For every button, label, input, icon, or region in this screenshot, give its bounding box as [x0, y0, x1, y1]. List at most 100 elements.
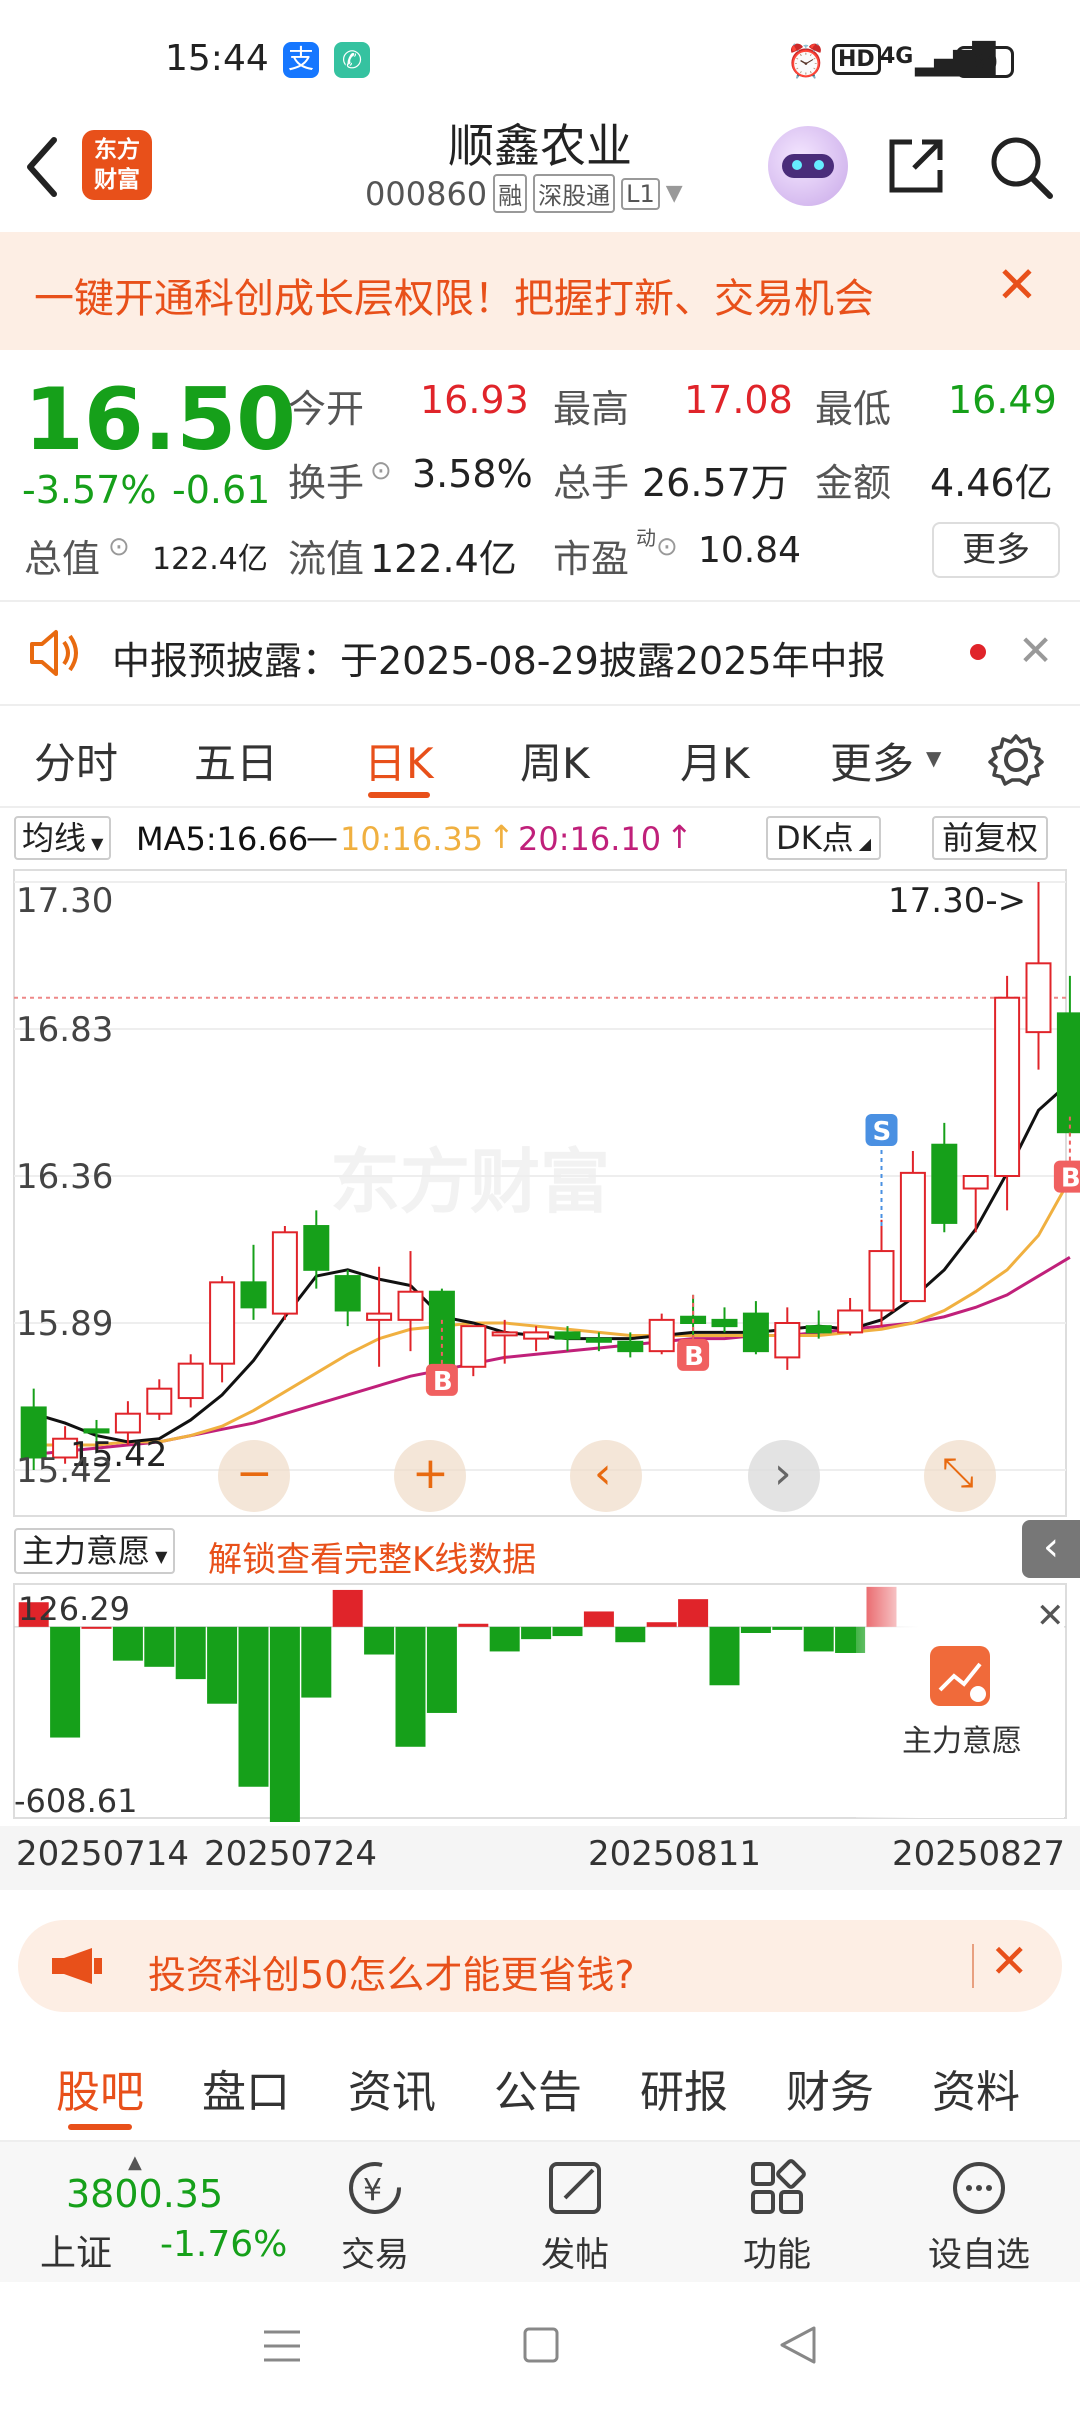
locked-overlay[interactable]: ✕ 主力意愿 — [856, 1586, 1065, 1818]
share-icon[interactable] — [884, 134, 948, 198]
y-tick-label: 16.36 — [16, 1157, 113, 1197]
close-icon[interactable]: ✕ — [1018, 626, 1053, 675]
collapse-panel-button[interactable]: ‹ — [1022, 1520, 1080, 1578]
indicator-top-label: 126.29 — [18, 1590, 130, 1628]
candle-body — [899, 1171, 926, 1303]
close-icon[interactable]: ✕ — [1036, 1596, 1065, 1636]
promo-banner[interactable]: 一键开通科创成长层权限！把握打新、交易机会 ✕ — [0, 232, 1080, 350]
open-value: 16.93 — [420, 378, 529, 422]
tab-research[interactable]: 研报 — [640, 2056, 728, 2120]
candle-body — [366, 1312, 393, 1321]
index-value: 3800.35 — [66, 2172, 224, 2216]
megaphone-icon — [52, 1948, 102, 1984]
indicator-bar — [772, 1626, 803, 1630]
menu-icon[interactable] — [262, 2328, 302, 2364]
ma10-value: 10:16.35 — [340, 820, 484, 858]
edit-icon — [549, 2162, 601, 2214]
back-nav-icon[interactable] — [778, 2324, 818, 2366]
info-icon[interactable]: ⊙ — [370, 456, 392, 486]
tab-news[interactable]: 资讯 — [348, 2056, 436, 2120]
caret-down-icon: ▼ — [86, 834, 104, 853]
open-label: 今开 — [288, 387, 365, 431]
mcap-label: 总值 — [24, 537, 101, 581]
chart-tabs: 分时 五日 日K 周K 月K 更多 ▼ — [0, 706, 1080, 806]
candle-body — [177, 1362, 204, 1400]
tab-forum[interactable]: 股吧 — [56, 2056, 144, 2120]
home-icon[interactable] — [522, 2326, 560, 2364]
nav-add-watchlist[interactable]: 设自选 — [924, 2158, 1034, 2276]
indicator-bottom-label: -608.61 — [14, 1782, 138, 1820]
zoom-out-button[interactable]: − — [218, 1440, 290, 1512]
scroll-left-button[interactable]: ‹ — [570, 1440, 642, 1512]
fullscreen-button[interactable]: ⤡ — [924, 1440, 996, 1512]
dk-button[interactable]: DK点 ◢ — [766, 816, 882, 860]
tab-more[interactable]: 更多 — [830, 730, 914, 791]
notice-bar[interactable]: 中报预披露：于2025-08-29披露2025年中报 ✕ — [0, 604, 1080, 704]
y-tick-label: 17.30 — [16, 881, 113, 921]
info-icon[interactable]: ⊙ — [108, 532, 130, 562]
dash-icon: — — [306, 818, 338, 856]
indicator-bar — [678, 1599, 709, 1627]
hd-icon: HD — [832, 44, 881, 75]
indicator-name: 主力意愿 — [22, 1532, 151, 1570]
more-dots-icon — [953, 2162, 1005, 2214]
chevron-right-icon: › — [774, 1448, 792, 1499]
banner-text: 一键开通科创成长层权限！把握打新、交易机会 — [34, 276, 874, 322]
nav-trade[interactable]: ¥ 交易 — [320, 2158, 430, 2276]
tab-daily-k[interactable]: 日K — [364, 730, 434, 791]
indicator-bar — [583, 1611, 614, 1627]
volume-label: 总手 — [553, 461, 630, 505]
change-pct: -3.57% — [22, 468, 157, 512]
nav-post[interactable]: 发帖 — [520, 2158, 630, 2276]
candle-body — [20, 1406, 47, 1459]
more-button[interactable]: 更多 — [932, 522, 1060, 578]
ma5-value: MA5:16.66 — [136, 820, 309, 858]
tab-intraday[interactable]: 分时 — [34, 730, 118, 791]
ai-assistant-icon[interactable] — [768, 126, 848, 206]
close-icon[interactable]: ✕ — [990, 1934, 1029, 1988]
candle-body — [585, 1337, 612, 1343]
promo-text: 投资科创50怎么才能更省钱? — [148, 1953, 635, 1997]
pe-label: 市盈 — [553, 537, 630, 581]
indicator-bar — [426, 1626, 457, 1713]
tag-level: L1 — [621, 177, 660, 210]
minus-icon: − — [236, 1448, 273, 1499]
notice-text: 中报预披露：于2025-08-29披露2025年中报 — [112, 639, 886, 683]
nav-trade-label: 交易 — [341, 2235, 409, 2275]
k-line-chart[interactable]: 东方财富 17.30-> 15.42 S B B B 17.30 16.83 16.36 15.… — [0, 866, 1080, 1520]
gear-icon[interactable] — [988, 732, 1044, 788]
content-tabs: 股吧 盘口 资讯 公告 研报 财务 资料 — [0, 2032, 1080, 2132]
tab-five-day[interactable]: 五日 — [194, 730, 278, 791]
tab-announcements[interactable]: 公告 — [494, 2056, 582, 2120]
ma-selector[interactable]: 均线 ▼ — [14, 816, 112, 860]
stock-code-row: 000860 融 深股通 L1 ▼ — [365, 174, 683, 213]
adjust-button[interactable]: 前复权 — [932, 816, 1049, 860]
promo-pill[interactable]: 投资科创50怎么才能更省钱? ✕ — [18, 1920, 1062, 2012]
tab-profile[interactable]: 资料 — [932, 2056, 1020, 2120]
search-icon[interactable] — [986, 132, 1056, 202]
indicator-bar — [207, 1626, 238, 1704]
chevron-down-icon[interactable]: ▼ — [666, 181, 683, 206]
back-icon[interactable] — [22, 132, 62, 202]
quote-panel: 16.50 -3.57% -0.61 总值 ⊙ 122.4亿 今开 16.93 … — [0, 352, 1080, 600]
info-icon[interactable]: ⊙ — [656, 532, 678, 562]
candle-body — [805, 1325, 832, 1334]
scroll-right-button[interactable]: › — [748, 1440, 820, 1512]
tab-monthly-k[interactable]: 月K — [680, 730, 750, 791]
indicator-selector[interactable]: 主力意愿 ▼ — [14, 1528, 176, 1574]
float-value: 122.4亿 — [370, 537, 517, 581]
candle-body — [962, 1175, 989, 1190]
stock-code: 000860 — [365, 174, 488, 213]
unlock-link[interactable]: 解锁查看完整K线数据 — [208, 1532, 536, 1581]
tab-orderbook[interactable]: 盘口 — [202, 2056, 290, 2120]
caret-up-icon: ▲ — [128, 2152, 142, 2173]
index-change: -1.76% — [160, 2224, 288, 2265]
tab-weekly-k[interactable]: 周K — [520, 730, 590, 791]
close-icon[interactable]: ✕ — [996, 256, 1038, 314]
zoom-in-button[interactable]: + — [394, 1440, 466, 1512]
indicator-bar — [301, 1626, 332, 1698]
nav-functions[interactable]: 功能 — [722, 2158, 832, 2276]
candle-body — [774, 1322, 801, 1359]
pe-value: 10.84 — [698, 530, 802, 571]
tab-financials[interactable]: 财务 — [786, 2056, 874, 2120]
